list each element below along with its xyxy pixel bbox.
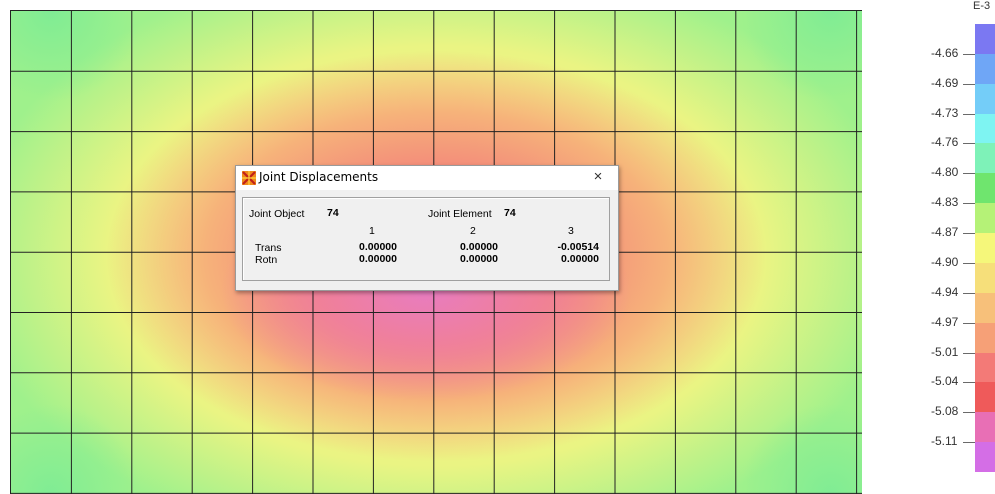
close-button[interactable]: × bbox=[578, 166, 618, 190]
legend-label: -5.01 bbox=[931, 344, 959, 359]
joint-element-value: 74 bbox=[504, 207, 516, 219]
dialog-title-bar[interactable]: Joint Displacements × bbox=[236, 166, 618, 190]
close-icon: × bbox=[593, 168, 603, 185]
legend-color-swatch bbox=[975, 412, 995, 443]
legend-color-swatch bbox=[975, 143, 995, 174]
legend-label: -5.04 bbox=[931, 374, 959, 389]
legend-color-swatch bbox=[975, 203, 995, 234]
joint-object-label: Joint Object bbox=[249, 208, 305, 220]
column-header-2: 2 bbox=[470, 225, 476, 237]
legend-tick bbox=[963, 412, 975, 414]
legend-color-swatch bbox=[975, 352, 995, 383]
sap-app-icon bbox=[242, 171, 256, 185]
legend-color-bar bbox=[975, 24, 995, 473]
legend-tick bbox=[963, 352, 975, 354]
column-header-3: 3 bbox=[568, 225, 574, 237]
legend-label: -4.97 bbox=[931, 314, 959, 329]
rotn-value-2: 0.00000 bbox=[460, 253, 498, 265]
legend-label: -4.66 bbox=[931, 45, 959, 60]
legend-label: -4.94 bbox=[931, 284, 959, 299]
contour-legend: E-3 -4.66 -4.69 -4.73 -4.76 -4.80 -4.83 -4.87 -… bbox=[925, 0, 995, 493]
legend-label: -4.90 bbox=[931, 254, 959, 269]
legend-label: -4.73 bbox=[931, 105, 959, 120]
legend-label: -5.08 bbox=[931, 404, 959, 419]
legend-color-swatch bbox=[975, 113, 995, 144]
legend-tick bbox=[963, 173, 975, 175]
trans-value-2: 0.00000 bbox=[460, 241, 498, 253]
joint-object-value: 74 bbox=[327, 207, 339, 219]
row-label-trans: Trans bbox=[255, 242, 282, 254]
legend-color-swatch bbox=[975, 322, 995, 354]
trans-value-3: -0.00514 bbox=[557, 241, 599, 253]
legend-tick bbox=[963, 292, 975, 294]
column-header-1: 1 bbox=[369, 225, 375, 237]
legend-label: -4.69 bbox=[931, 75, 959, 90]
legend-color-swatch bbox=[975, 233, 995, 264]
joint-displacements-dialog[interactable]: Joint Displacements × Joint Object 74 Jo… bbox=[235, 165, 619, 291]
legend-tick bbox=[963, 113, 975, 115]
displacement-values-panel: Joint Object 74 Joint Element 74 1 2 3 T… bbox=[242, 197, 610, 281]
legend-tick bbox=[963, 322, 975, 324]
legend-tick bbox=[963, 262, 975, 264]
dialog-title: Joint Displacements bbox=[259, 170, 379, 184]
legend-color-swatch bbox=[975, 262, 995, 294]
legend-tick bbox=[963, 203, 975, 205]
trans-value-1: 0.00000 bbox=[359, 241, 397, 253]
legend-tick bbox=[963, 233, 975, 235]
legend-tick bbox=[963, 53, 975, 55]
legend-color-swatch bbox=[975, 83, 995, 115]
legend-tick bbox=[963, 442, 975, 444]
legend-color-swatch bbox=[975, 173, 995, 204]
legend-label: -4.83 bbox=[931, 195, 959, 210]
legend-color-swatch bbox=[975, 382, 995, 413]
legend-label: -4.80 bbox=[931, 165, 959, 180]
legend-label: -5.11 bbox=[931, 434, 958, 449]
legend-color-swatch bbox=[975, 442, 995, 473]
legend-label: -4.87 bbox=[931, 225, 959, 240]
legend-color-swatch bbox=[975, 292, 995, 324]
rotn-value-1: 0.00000 bbox=[359, 253, 397, 265]
legend-tick bbox=[963, 143, 975, 145]
legend-color-swatch bbox=[975, 53, 995, 85]
joint-element-label: Joint Element bbox=[428, 208, 492, 220]
legend-color-swatch bbox=[975, 24, 995, 55]
legend-tick bbox=[963, 83, 975, 85]
legend-label: -4.76 bbox=[931, 135, 959, 150]
row-label-rotn: Rotn bbox=[255, 254, 278, 266]
legend-exponent: E-3 bbox=[973, 0, 991, 12]
legend-tick bbox=[963, 382, 975, 384]
rotn-value-3: 0.00000 bbox=[561, 253, 599, 265]
